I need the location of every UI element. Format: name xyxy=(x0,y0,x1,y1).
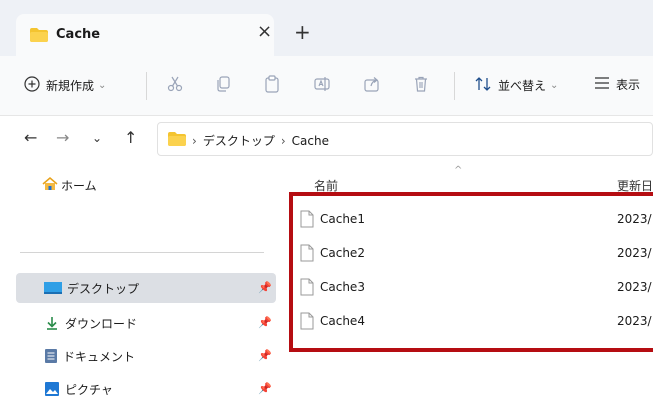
sidebar-item-label: ホーム xyxy=(61,179,97,193)
command-bar: 新規作成 ⌄ 並べ替え ⌄ 表示 xyxy=(0,56,653,116)
new-button-label: 新規作成 xyxy=(46,79,95,93)
chevron-down-icon: ⌄ xyxy=(98,80,107,91)
highlight-box xyxy=(289,192,653,352)
view-button[interactable]: 表示 xyxy=(594,76,640,93)
sidebar-item-documents[interactable]: ドキュメント 📌 xyxy=(16,341,276,371)
sidebar-item-label: ダウンロード xyxy=(65,316,138,331)
tab-strip: Cache × + xyxy=(0,0,653,56)
breadcrumb-cache[interactable]: Cache xyxy=(292,134,329,148)
copy-icon[interactable] xyxy=(214,75,232,96)
sidebar-item-label: デスクトップ xyxy=(67,281,140,296)
sort-caret-icon: ^ xyxy=(454,165,463,176)
sidebar-divider xyxy=(20,252,264,253)
sort-button[interactable]: 並べ替え ⌄ xyxy=(474,76,558,95)
sidebar-item-downloads[interactable]: ダウンロード 📌 xyxy=(16,308,276,338)
sidebar-item-label: ドキュメント xyxy=(63,349,136,364)
recent-chevron-icon[interactable]: ⌄ xyxy=(92,131,102,145)
tab-cache[interactable]: Cache × xyxy=(16,14,274,56)
sidebar-item-pictures[interactable]: ピクチャ 📌 xyxy=(16,374,276,399)
breadcrumb-separator: › xyxy=(192,133,197,148)
new-button[interactable]: 新規作成 ⌄ xyxy=(24,76,106,95)
document-icon xyxy=(44,348,58,364)
sidebar-item-home[interactable]: ホーム xyxy=(42,176,97,195)
sidebar-item-desktop[interactable]: デスクトップ 📌 xyxy=(16,273,276,303)
folder-icon xyxy=(30,28,48,45)
up-arrow-icon[interactable]: ↑ xyxy=(124,128,137,147)
cut-icon[interactable] xyxy=(166,75,184,96)
delete-icon[interactable] xyxy=(412,75,430,96)
sort-button-label: 並べ替え xyxy=(498,79,547,93)
paste-icon[interactable] xyxy=(263,75,281,96)
back-arrow-icon[interactable]: ← xyxy=(24,128,37,147)
view-list-icon xyxy=(594,76,610,93)
pin-icon[interactable]: 📌 xyxy=(258,382,272,395)
desktop-icon xyxy=(44,281,62,295)
pin-icon[interactable]: 📌 xyxy=(258,281,272,294)
forward-arrow-icon[interactable]: → xyxy=(56,128,69,147)
pin-icon[interactable]: 📌 xyxy=(258,349,272,362)
pictures-icon xyxy=(44,381,60,397)
address-bar[interactable]: › デスクトップ › Cache xyxy=(157,122,653,156)
download-icon xyxy=(44,315,60,331)
home-icon xyxy=(42,176,58,195)
sidebar-item-label: ピクチャ xyxy=(65,382,113,397)
view-button-label: 表示 xyxy=(616,78,641,92)
plus-circle-icon xyxy=(24,76,40,95)
rename-icon[interactable] xyxy=(313,75,331,96)
folder-icon xyxy=(168,132,186,149)
toolbar-divider xyxy=(146,72,147,100)
breadcrumb-separator: › xyxy=(280,133,286,148)
chevron-down-icon: ⌄ xyxy=(550,80,559,91)
new-tab-button[interactable]: + xyxy=(294,22,311,42)
navigation-pane: ホーム デスクトップ 📌 ダウンロード 📌 ドキュメント 📌 ピクチャ 📌 xyxy=(0,160,276,399)
sort-arrows-icon xyxy=(474,76,492,95)
pin-icon[interactable]: 📌 xyxy=(258,316,272,329)
toolbar-divider xyxy=(454,72,455,100)
share-icon[interactable] xyxy=(363,75,381,96)
close-tab-icon[interactable]: × xyxy=(257,23,272,41)
tab-title: Cache xyxy=(56,27,101,42)
breadcrumb-desktop[interactable]: デスクトップ xyxy=(203,132,275,149)
